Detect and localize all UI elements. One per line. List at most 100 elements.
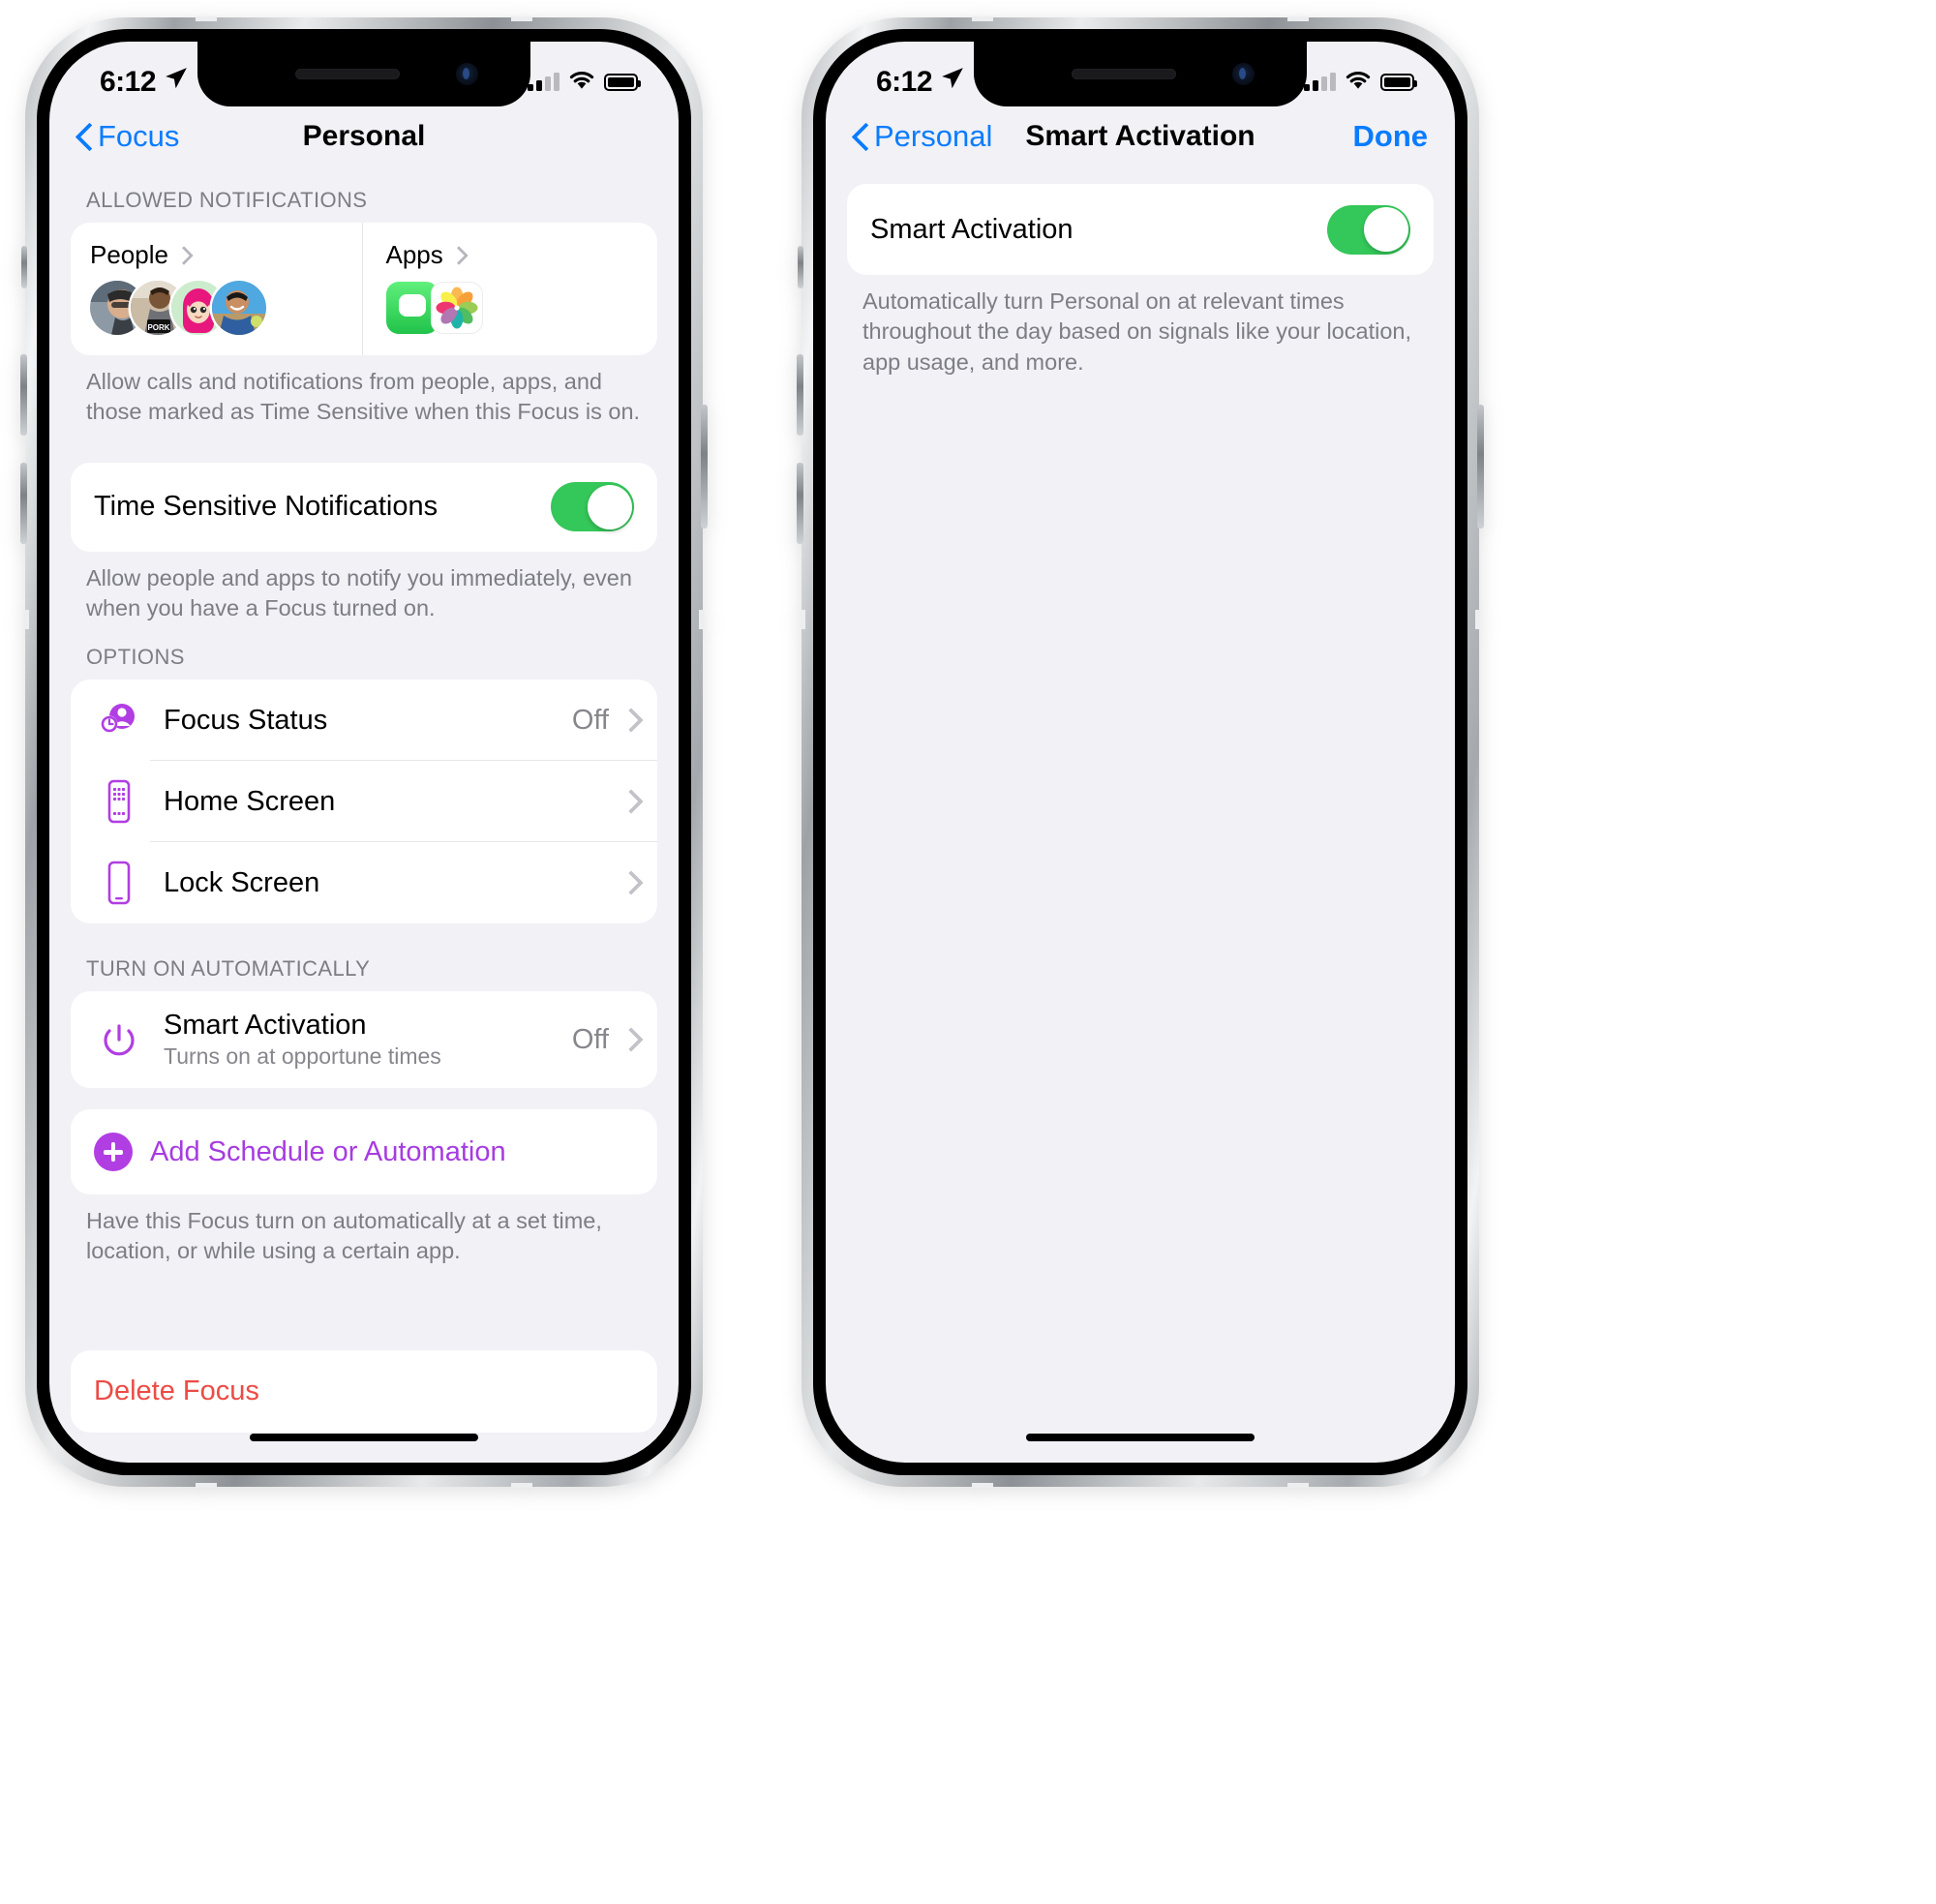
- section-header-allowed-notifications: ALLOWED NOTIFICATIONS: [86, 188, 368, 212]
- plus-circle-icon: [94, 1133, 133, 1171]
- clock-time: 6:12: [876, 65, 933, 98]
- options-card: Focus Status Off Home Screen Lock Screen: [71, 680, 657, 923]
- done-button[interactable]: Done: [1353, 119, 1429, 154]
- battery-full-icon: [604, 73, 641, 91]
- location-arrow-icon: [940, 66, 965, 99]
- screen-left: 6:12 Focus Personal ALLOWED NOTIFICATION…: [49, 42, 679, 1463]
- add-schedule-button[interactable]: Add Schedule or Automation: [71, 1109, 657, 1194]
- screen-right: 6:12 Personal Smart Activation Done Smar…: [826, 42, 1455, 1463]
- power-button[interactable]: [701, 405, 708, 529]
- svg-text:PORK: PORK: [147, 323, 169, 332]
- add-schedule-card: Add Schedule or Automation: [71, 1109, 657, 1194]
- time-sensitive-card: Time Sensitive Notifications: [71, 462, 657, 552]
- antenna-line: [196, 16, 217, 21]
- toggle-knob: [1363, 207, 1408, 252]
- status-bar: 6:12: [826, 42, 1455, 106]
- people-apps-card: People PORK Apps: [71, 223, 657, 355]
- smart-activation-label: Smart Activation: [870, 213, 1074, 245]
- volume-up-button[interactable]: [20, 354, 27, 436]
- battery-full-icon: [1380, 73, 1417, 91]
- volume-down-button[interactable]: [797, 463, 803, 544]
- smart-activation-label: Smart Activation: [164, 1010, 367, 1041]
- people-avatars: PORK: [90, 281, 362, 335]
- back-button-personal[interactable]: Personal: [853, 119, 992, 154]
- back-button-focus[interactable]: Focus: [76, 119, 179, 154]
- chevron-right-icon: [622, 1029, 634, 1050]
- navigation-bar-right: Personal Smart Activation Done: [826, 106, 1455, 166]
- chevron-right-icon: [622, 710, 634, 731]
- lock-screen-icon: [94, 861, 144, 905]
- time-sensitive-row[interactable]: Time Sensitive Notifications: [71, 463, 657, 552]
- allowed-notifications-footnote: Allow calls and notifications from peopl…: [86, 369, 641, 425]
- time-sensitive-toggle[interactable]: [551, 482, 634, 531]
- chevron-right-icon: [177, 248, 186, 262]
- smart-activation-text-block: Smart Activation Turns on at opportune t…: [164, 1010, 441, 1070]
- apps-tile[interactable]: Apps: [361, 223, 658, 355]
- mute-switch[interactable]: [798, 246, 803, 288]
- people-tile[interactable]: People PORK: [71, 223, 362, 355]
- chevron-right-icon: [452, 248, 461, 262]
- people-label-row: People: [90, 240, 362, 270]
- smart-activation-card: Smart Activation Turns on at opportune t…: [71, 991, 657, 1088]
- smart-activation-subtitle: Turns on at opportune times: [164, 1043, 441, 1069]
- wifi-icon: [1345, 70, 1372, 95]
- section-header-options: OPTIONS: [86, 645, 185, 669]
- antenna-line: [196, 1483, 217, 1488]
- options-row-label: Lock Screen: [164, 866, 320, 898]
- add-schedule-label: Add Schedule or Automation: [150, 1135, 506, 1167]
- status-bar: 6:12: [49, 42, 679, 106]
- apps-label-row: Apps: [386, 240, 658, 270]
- antenna-line: [511, 1483, 532, 1488]
- smart-activation-toggle-card: Smart Activation: [847, 184, 1434, 275]
- toggle-knob: [587, 484, 632, 529]
- delete-focus-button[interactable]: Delete Focus: [71, 1350, 657, 1433]
- options-row-focus-status[interactable]: Focus Status Off: [71, 680, 657, 761]
- antenna-line: [972, 16, 993, 21]
- home-indicator[interactable]: [250, 1434, 478, 1441]
- settings-content-left: ALLOWED NOTIFICATIONS People PORK Apps A…: [49, 166, 679, 1463]
- screenshot-stage: 6:12 Focus Personal ALLOWED NOTIFICATION…: [0, 0, 1936, 1904]
- volume-down-button[interactable]: [20, 463, 27, 544]
- device-bezel: 6:12: [37, 29, 691, 1475]
- delete-focus-label: Delete Focus: [94, 1375, 259, 1406]
- iphone-device-right: 6:12 Personal Smart Activation Done Smar…: [797, 16, 1484, 1488]
- location-arrow-icon: [164, 66, 189, 99]
- time-sensitive-footnote: Allow people and apps to notify you imme…: [86, 564, 632, 620]
- mute-switch[interactable]: [21, 246, 27, 288]
- status-bar-left: 6:12: [100, 66, 189, 99]
- time-sensitive-label: Time Sensitive Notifications: [94, 491, 439, 522]
- power-button[interactable]: [1477, 405, 1484, 529]
- volume-up-button[interactable]: [797, 354, 803, 436]
- antenna-line: [511, 16, 532, 21]
- chevron-left-icon: [76, 124, 91, 149]
- clock-time: 6:12: [100, 65, 157, 98]
- back-button-label: Personal: [874, 119, 993, 153]
- chevron-left-icon: [853, 124, 867, 149]
- settings-content-right: Smart Activation Automatically turn Pers…: [826, 166, 1455, 1463]
- status-bar-right: [1304, 70, 1417, 95]
- iphone-device-left: 6:12 Focus Personal ALLOWED NOTIFICATION…: [20, 16, 708, 1488]
- cellular-bars-icon: [1304, 73, 1336, 91]
- options-row-label: Focus Status: [164, 704, 328, 736]
- options-row-lock-screen[interactable]: Lock Screen: [71, 842, 657, 923]
- apps-label: Apps: [385, 240, 443, 269]
- smart-activation-value: Off: [571, 1023, 609, 1055]
- home-screen-icon: [94, 779, 144, 824]
- delete-focus-card: Delete Focus: [71, 1349, 657, 1433]
- device-bezel: 6:12: [813, 29, 1467, 1475]
- turn-on-automatically-footnote: Have this Focus turn on automatically at…: [86, 1208, 602, 1264]
- cellular-bars-icon: [528, 73, 560, 91]
- options-row-label: Home Screen: [164, 785, 336, 817]
- home-indicator[interactable]: [1026, 1434, 1255, 1441]
- focus-status-icon: [94, 700, 144, 740]
- antenna-line: [1287, 16, 1309, 21]
- smart-activation-row[interactable]: Smart Activation Turns on at opportune t…: [71, 991, 657, 1088]
- allowed-app-icons: [385, 282, 658, 334]
- antenna-line: [699, 610, 704, 629]
- photos-app-icon: [430, 282, 483, 334]
- section-header-turn-on-automatically: TURN ON AUTOMATICALLY: [86, 956, 371, 981]
- smart-activation-toggle[interactable]: [1327, 204, 1410, 255]
- options-row-home-screen[interactable]: Home Screen: [71, 761, 657, 842]
- back-button-label: Focus: [98, 119, 180, 153]
- smart-activation-row[interactable]: Smart Activation: [847, 184, 1434, 275]
